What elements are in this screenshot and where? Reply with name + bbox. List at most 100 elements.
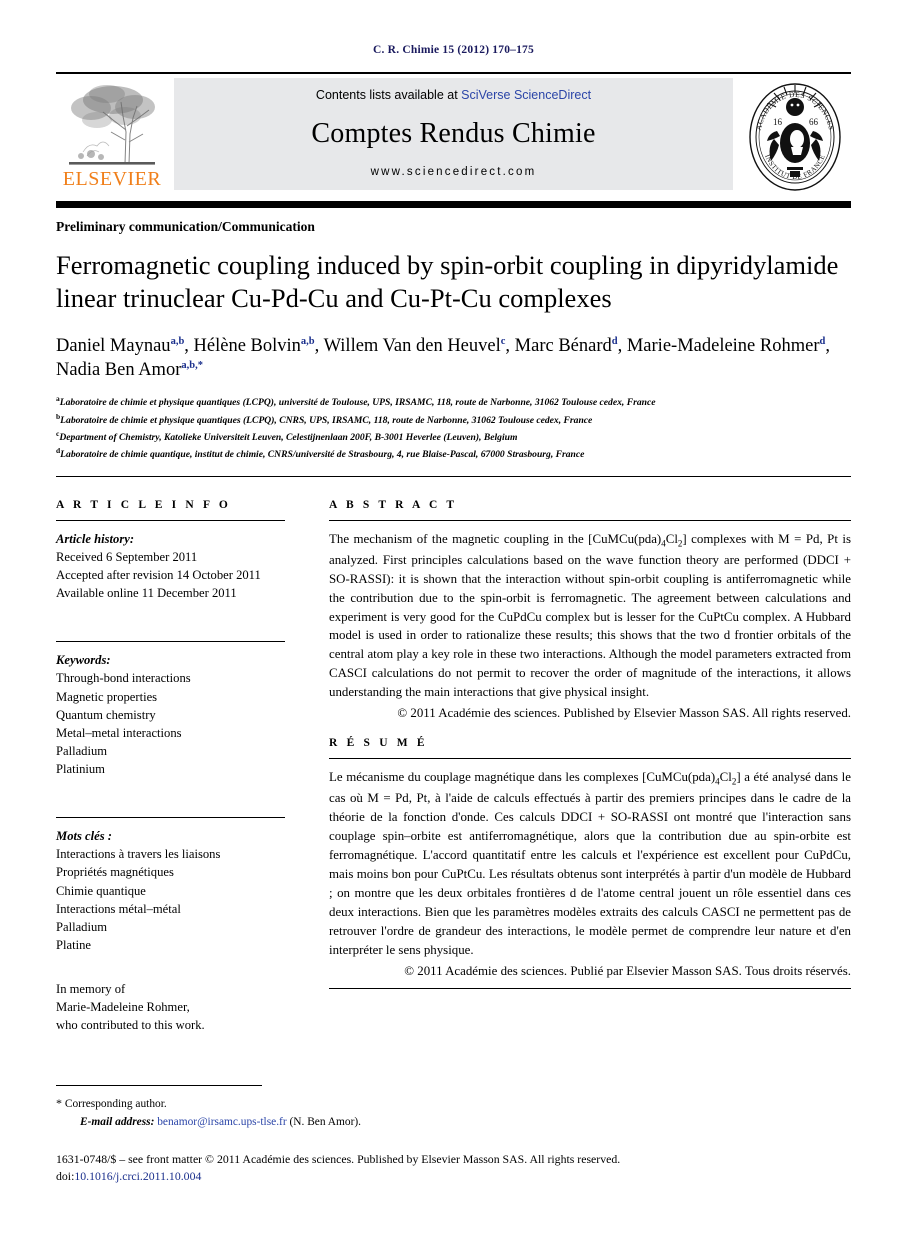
- abstract-column: A B S T R A C T The mechanism of the mag…: [307, 477, 851, 1035]
- footnote-divider-rule: [56, 1085, 262, 1087]
- email-link[interactable]: benamor@irsamc.ups-tlse.fr: [157, 1116, 286, 1128]
- article-history-item: Accepted after revision 14 October 2011: [56, 568, 261, 583]
- motcle-item: Platine: [56, 937, 91, 952]
- formula-subscript: 4: [661, 538, 666, 549]
- title-line-2: linear trinuclear Cu-Pd-Cu and Cu-Pt-Cu …: [56, 283, 612, 314]
- abstract-copyright: © 2011 Académie des sciences. Published …: [397, 706, 851, 721]
- keyword-item: Platinium: [56, 762, 105, 777]
- article-info-column: A R T I C L E I N F O Article history: R…: [56, 477, 307, 1035]
- resume-bottom-rule: [329, 987, 851, 989]
- imprint-block: 1631-0748/$ – see front matter © 2011 Ac…: [56, 1151, 851, 1186]
- in-memoriam-line: In memory of: [56, 982, 126, 997]
- affiliation-mark: c: [56, 429, 60, 439]
- author-affiliation-mark: a,b: [170, 335, 185, 347]
- doi-line: doi:10.1016/j.crci.2011.10.004: [56, 1168, 851, 1186]
- email-note: E-mail address: benamor@irsamc.ups-tlse.…: [56, 1114, 851, 1131]
- formula-subscript: 4: [715, 776, 720, 787]
- motscles-rule: [56, 817, 285, 819]
- article-first-page: C. R. Chimie 15 (2012) 170–175 ELSEVIER …: [0, 0, 907, 1238]
- author-name: Marc Bénard: [514, 335, 612, 356]
- author-list: Daniel Maynaua,b, Hélène Bolvina,b, Will…: [56, 335, 830, 380]
- masthead-bottom-bar: [56, 201, 851, 208]
- keyword-item: Through-bond interactions: [56, 671, 191, 686]
- keywords-block: Keywords: Through-bond interactions Magne…: [56, 651, 285, 778]
- keyword-item: Quantum chemistry: [56, 707, 156, 722]
- email-suffix: (N. Ben Amor).: [289, 1115, 362, 1128]
- academie-des-sciences-seal: ACADÉMIE DES SCIENCES INSTITUT DE FRANCE…: [739, 74, 851, 200]
- author-affiliation-mark: a,b: [300, 335, 315, 347]
- corresponding-author-label: Corresponding author.: [64, 1098, 167, 1111]
- elsevier-wordmark: ELSEVIER: [62, 168, 162, 190]
- article-section-label: Preliminary communication/Communication: [56, 219, 315, 234]
- title-line-1: Ferromagnetic coupling induced by spin-o…: [56, 250, 839, 280]
- resume-copyright: © 2011 Académie des sciences. Publié par…: [404, 963, 851, 978]
- keyword-item: Palladium: [56, 743, 108, 758]
- abstract-heading: A B S T R A C T: [329, 498, 458, 511]
- motscles-items: Interactions à travers les liaisons Propr…: [56, 845, 285, 954]
- author-name: Daniel Maynau: [56, 335, 171, 356]
- motscles-label: Mots clés :: [56, 829, 112, 844]
- running-head: C. R. Chimie 15 (2012) 170–175: [373, 44, 534, 56]
- contents-prefix: Contents lists available at: [315, 88, 462, 102]
- email-label: E-mail address:: [80, 1115, 155, 1128]
- author-name: Marie-Madeleine Rohmer: [626, 335, 820, 356]
- elsevier-logo: ELSEVIER: [56, 74, 168, 200]
- journal-masthead: ELSEVIER Contents lists available at Sci…: [56, 72, 851, 200]
- affiliation-item: aLaboratoire de chimie et physique quant…: [56, 394, 656, 409]
- formula-subscript: 2: [677, 538, 683, 549]
- motcle-item: Palladium: [56, 919, 108, 934]
- author-affiliation-mark: d: [611, 335, 618, 347]
- article-info-heading: A R T I C L E I N F O: [56, 498, 231, 511]
- formula-subscript: 2: [731, 776, 737, 787]
- resume-body: Le mécanisme du couplage magnétique dans…: [329, 770, 851, 957]
- motcle-item: Interactions métal–métal: [56, 901, 181, 916]
- page-title: Ferromagnetic coupling induced by spin-o…: [56, 249, 851, 316]
- author-name: Hélène Bolvin: [193, 335, 301, 356]
- journal-title: Comptes Rendus Chimie: [311, 118, 596, 149]
- article-history-item: Received 6 September 2011: [56, 549, 198, 564]
- keywords-label: Keywords:: [56, 653, 111, 668]
- journal-url[interactable]: www.sciencedirect.com: [371, 166, 537, 178]
- in-memoriam-line: Marie-Madeleine Rohmer,: [56, 1000, 190, 1015]
- corresponding-author-note: * Corresponding author.: [56, 1094, 851, 1113]
- keyword-item: Metal–metal interactions: [56, 725, 182, 740]
- sciencedirect-link[interactable]: SciVerse ScienceDirect: [461, 88, 591, 102]
- seal-year-left: 16: [773, 117, 783, 127]
- article-history-item: Available online 11 December 2011: [56, 586, 237, 601]
- motcle-item: Propriétés magnétiques: [56, 865, 174, 880]
- keywords-items: Through-bond interactions Magnetic proper…: [56, 669, 285, 778]
- abstract-rule: [329, 519, 851, 521]
- motcle-item: Chimie quantique: [56, 883, 146, 898]
- motscles-block: Mots clés : Interactions à travers les l…: [56, 827, 285, 954]
- in-memoriam-line: who contributed to this work.: [56, 1018, 205, 1033]
- contents-available-line: Contents lists available at SciVerse Sci…: [316, 88, 591, 102]
- article-history-block: Article history: Received 6 September 20…: [56, 530, 285, 603]
- keywords-rule: [56, 641, 285, 643]
- affiliation-item: bLaboratoire de chimie et physique quant…: [56, 411, 593, 426]
- affiliation-mark: b: [56, 411, 61, 421]
- motcle-item: Interactions à travers les liaisons: [56, 847, 221, 862]
- doi-prefix: doi:: [56, 1169, 75, 1184]
- article-info-rule: [56, 519, 285, 521]
- author-name: Willem Van den Heuvel: [323, 335, 501, 356]
- info-spacer-1: [56, 602, 285, 632]
- masthead-center-panel: Contents lists available at SciVerse Sci…: [174, 78, 733, 190]
- doi-value[interactable]: 10.1016/j.crci.2011.10.004: [74, 1169, 201, 1183]
- abstract-body: The mechanism of the magnetic coupling i…: [329, 531, 851, 700]
- affiliation-item: dLaboratoire de chimie quantique, instit…: [56, 446, 585, 461]
- article-history-items: Received 6 September 2011 Accepted after …: [56, 548, 285, 602]
- academie-seal-icon: ACADÉMIE DES SCIENCES INSTITUT DE FRANCE…: [749, 83, 841, 191]
- author-affiliation-mark: a,b,*: [181, 359, 203, 371]
- info-spacer-2: [56, 778, 285, 808]
- affiliation-list: aLaboratoire de chimie et physique quant…: [56, 393, 851, 463]
- author-name: Nadia Ben Amor: [56, 359, 182, 380]
- author-affiliation-mark: d: [819, 335, 826, 347]
- affiliation-mark: d: [56, 446, 61, 456]
- affiliation-item: cDepartment of Chemistry, Katolieke Univ…: [56, 429, 518, 444]
- article-history-label: Article history:: [56, 531, 135, 546]
- resume-rule: [329, 758, 851, 760]
- in-memoriam-note: In memory of Marie-Madeleine Rohmer, who c…: [56, 980, 285, 1034]
- affiliation-mark: a: [56, 394, 60, 404]
- elsevier-tree-icon: [69, 85, 155, 165]
- author-affiliation-mark: c: [500, 335, 506, 347]
